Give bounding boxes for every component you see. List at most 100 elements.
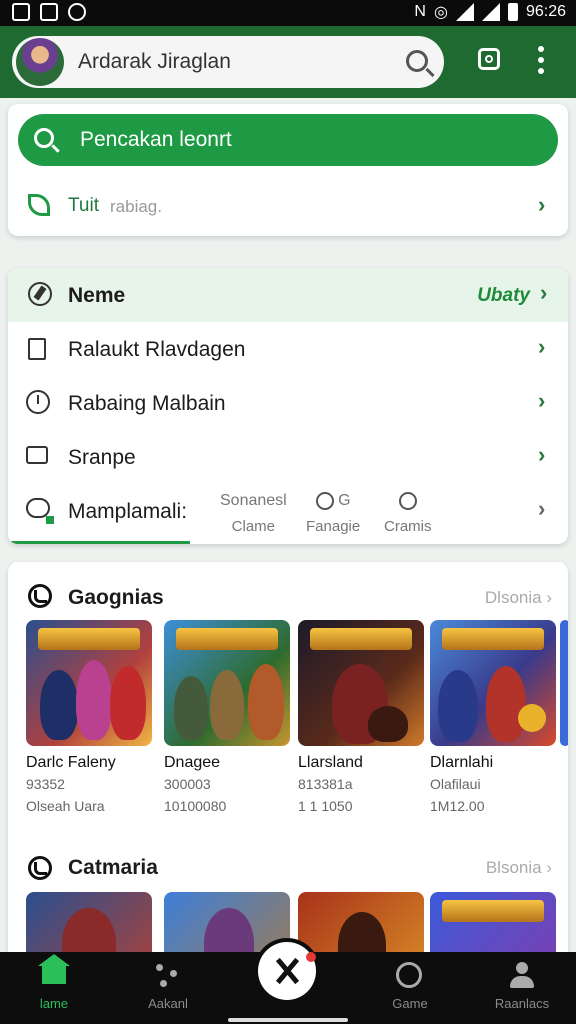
photo-notification-icon: [40, 3, 58, 21]
avatar[interactable]: [16, 38, 64, 86]
gamepad-icon: [28, 584, 52, 608]
cast-icon[interactable]: [478, 48, 500, 70]
game-meta: 300003: [164, 776, 211, 792]
sub-tab-top: Sonanesl: [220, 492, 287, 509]
signal-icon: [481, 3, 500, 21]
menu-card: Neme Ubaty › Ralaukt Rlavdagen › Rabaing…: [8, 268, 568, 544]
menu-item-rabaing[interactable]: Rabaing Malbain ›: [8, 376, 568, 430]
search-games-icon: [396, 962, 422, 988]
menu-item-label: Ralaukt Rlavdagen: [68, 338, 246, 361]
game-meta: 93352: [26, 776, 65, 792]
game-meta: 10100080: [164, 798, 227, 814]
game-name: Llarsland: [298, 754, 363, 771]
wifi-icon: [455, 3, 474, 21]
clock-icon: [26, 390, 50, 414]
game-banner: [310, 628, 412, 650]
home-indicator[interactable]: [228, 1018, 348, 1022]
chevron-right-icon: ›: [538, 442, 546, 467]
menu-item-sranpe[interactable]: Sranpe ›: [8, 430, 568, 484]
games-card: Gaognias Dlsonia › Darlc Faleny 93352 Ol…: [8, 562, 568, 962]
status-bar: N ◎ 96:26: [0, 0, 576, 26]
alarm-icon: ◎: [433, 4, 448, 21]
game-banner: [38, 628, 140, 650]
menu-title: Neme: [68, 284, 126, 307]
gallery-notification-icon: [12, 3, 30, 21]
compass-icon: [28, 282, 52, 306]
tuit-sub: rabiag.: [110, 197, 162, 216]
section-more-link[interactable]: Dlsonia ›: [485, 588, 552, 608]
search-icon: [34, 128, 54, 148]
chevron-right-icon: ›: [538, 334, 546, 359]
search-bar[interactable]: Ardarak Jiraglan: [12, 36, 444, 88]
chat-icon: [26, 498, 54, 524]
active-tab-indicator: [8, 541, 190, 544]
game-tile-4[interactable]: [430, 620, 556, 746]
nav-label: Game: [392, 996, 428, 1011]
section-title: Catmaria: [68, 856, 158, 879]
section-title: Gaognias: [68, 586, 164, 609]
nav-label: Aakanl: [148, 996, 188, 1011]
tuit-label: Tuit: [68, 195, 99, 216]
chevron-right-icon: ›: [540, 280, 548, 305]
chevron-right-icon: ›: [538, 192, 546, 217]
menu-item-label: Rabaing Malbain: [68, 392, 226, 415]
game-name: Dlarnlahi: [430, 754, 494, 771]
sub-tab-cramis[interactable]: Cramis: [384, 492, 432, 535]
section-more-label: Blsonia: [485, 858, 542, 877]
menu-header[interactable]: Neme Ubaty ›: [8, 268, 568, 322]
nav-aakanl[interactable]: Aakanl: [118, 952, 218, 1024]
chat-bubble-icon: [398, 492, 417, 510]
search-text: Ardarak Jiraglan: [78, 50, 231, 73]
menu-action[interactable]: Ubaty: [477, 285, 530, 307]
game-tile-3[interactable]: [298, 620, 424, 746]
game-banner: [442, 900, 544, 922]
section-more-label: Dlsonia: [484, 588, 542, 607]
tuit-row[interactable]: Tuit rabiag. ›: [8, 182, 568, 230]
game-banner: [176, 628, 278, 650]
menu-item-label: Mamplamali:: [68, 500, 188, 523]
game-tile-partial[interactable]: [560, 620, 568, 746]
search-button[interactable]: Pencakan leonrt: [18, 114, 558, 166]
notification-dot: [306, 952, 316, 962]
sub-tab-fanagie[interactable]: G Fanagie: [306, 492, 360, 535]
document-icon: [28, 338, 46, 360]
game-banner: [442, 628, 544, 650]
thumbs-up-icon: [26, 446, 48, 464]
search-icon[interactable]: [406, 50, 428, 72]
menu-item-ralaukt[interactable]: Ralaukt Rlavdagen ›: [8, 322, 568, 376]
category-icon: [28, 856, 52, 880]
sub-tab-top: G: [338, 492, 351, 510]
game-meta: 813381a: [298, 776, 353, 792]
game-name: Dnagee: [164, 754, 221, 771]
chevron-right-icon: ›: [538, 388, 546, 413]
leaf-icon: [28, 194, 50, 216]
explore-icon: [156, 964, 180, 988]
clock: 96:26: [525, 3, 566, 20]
nav-label: Raanlacs: [494, 996, 550, 1011]
game-meta: 1M12.00: [430, 798, 485, 814]
search-button-label: Pencakan leonrt: [80, 128, 232, 151]
thumbs-up-icon: [315, 492, 334, 510]
app-header: Ardarak Jiraglan: [0, 26, 576, 98]
battery-icon: [507, 3, 518, 21]
home-icon: [38, 954, 70, 984]
game-meta: 1 1 1050: [298, 798, 353, 814]
game-tile-2[interactable]: [164, 620, 290, 746]
nfc-icon: N: [414, 3, 426, 20]
nav-label: lame: [39, 996, 69, 1011]
app-notification-icon: [68, 3, 86, 21]
nav-home[interactable]: lame: [4, 952, 104, 1024]
search-card: Pencakan leonrt Tuit rabiag. ›: [8, 104, 568, 236]
center-action-button[interactable]: [258, 942, 316, 1000]
sub-tab-label: Clame: [231, 518, 276, 535]
section-more-link[interactable]: Blsonia ›: [486, 858, 552, 878]
sub-tab-clame[interactable]: Sonanesl Clame: [220, 492, 287, 535]
nav-raanlacs[interactable]: Raanlacs: [472, 952, 572, 1024]
game-tile-1[interactable]: [26, 620, 152, 746]
nav-game[interactable]: Game: [360, 952, 460, 1024]
sub-tab-label: Fanagie: [306, 518, 361, 536]
chevron-right-icon: ›: [538, 496, 546, 521]
more-options-icon[interactable]: [538, 46, 544, 74]
sub-tab-label: Cramis: [384, 518, 432, 536]
menu-item-mamplamali[interactable]: Mamplamali: Sonanesl Clame G Fanagie Cra…: [8, 484, 568, 544]
